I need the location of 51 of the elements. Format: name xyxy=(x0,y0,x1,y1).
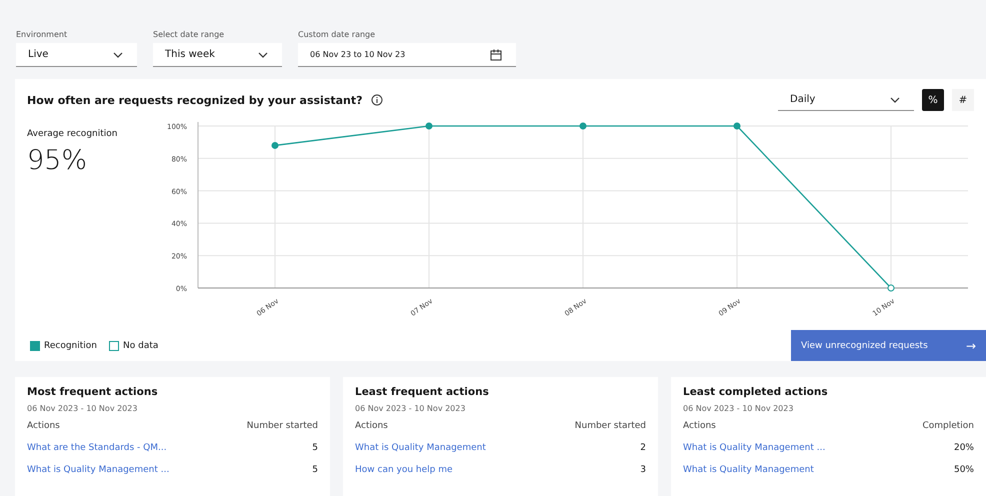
table-cell-text: 2 xyxy=(640,443,646,455)
action-link[interactable]: What is Quality Management ... xyxy=(27,465,170,487)
data-point xyxy=(426,122,432,130)
data-point xyxy=(580,122,586,130)
column-header: Number started xyxy=(574,421,646,433)
action-link[interactable]: What are the Standards - QM... xyxy=(27,443,167,465)
card-title: Least completed actions xyxy=(683,386,829,398)
panel-title: How often are requests recognized by your assistant? xyxy=(27,94,363,106)
view-requests-button[interactable]: View unrecognized requests → xyxy=(791,330,986,361)
toggle-button[interactable]: # xyxy=(952,89,974,111)
data-point xyxy=(734,122,740,130)
table-cell-text: 3 xyxy=(640,465,646,477)
table-cell-text: 50% xyxy=(954,465,974,477)
legend-label: Recognition xyxy=(44,340,97,350)
action-link[interactable]: What is Quality Management ... xyxy=(683,443,826,465)
interval-dropdown[interactable]: Daily xyxy=(778,89,914,111)
calendar-icon xyxy=(490,48,502,60)
column-header: Number started xyxy=(246,421,318,433)
chevron-down-icon xyxy=(890,96,900,102)
legend-swatch xyxy=(109,340,119,350)
table-cell-text: 5 xyxy=(312,465,318,477)
date-range-text: 06 Nov 2023 - 10 Nov 2023 xyxy=(355,404,466,413)
chevron-down-icon xyxy=(258,52,268,58)
card-title: Least frequent actions xyxy=(355,386,490,398)
dropdown[interactable]: This week xyxy=(153,43,282,67)
data-point xyxy=(272,142,278,149)
date-range-text: 06 Nov 2023 - 10 Nov 2023 xyxy=(683,404,794,413)
toggle-button[interactable]: % xyxy=(922,89,944,111)
field-label: Environment xyxy=(16,30,68,39)
date-field[interactable]: 06 Nov 23 to 10 Nov 23 xyxy=(298,43,516,67)
date-range-text: 06 Nov 2023 - 10 Nov 2023 xyxy=(27,404,138,413)
column-header: Actions xyxy=(683,421,716,433)
action-link[interactable]: What is Quality Management xyxy=(355,443,486,465)
action-link[interactable]: How can you help me xyxy=(355,465,453,487)
metric-value: 95% xyxy=(27,145,88,176)
field-label: Select date range xyxy=(153,30,226,39)
table-cell-text: 5 xyxy=(312,443,318,455)
action-link[interactable]: What is Quality Management xyxy=(683,465,814,487)
column-header: Completion xyxy=(922,421,974,433)
column-header: Actions xyxy=(27,421,60,433)
field-label: Custom date range xyxy=(298,30,376,39)
legend-label: No data xyxy=(123,340,158,350)
card-title: Most frequent actions xyxy=(27,386,159,398)
dropdown[interactable]: Live xyxy=(16,43,137,67)
legend-swatch xyxy=(30,340,40,350)
data-point xyxy=(888,284,894,292)
info-icon xyxy=(370,94,383,106)
chevron-down-icon xyxy=(113,52,123,58)
metric-label: Average recognition xyxy=(27,129,118,139)
table-cell-text: 20% xyxy=(954,443,974,455)
column-header: Actions xyxy=(355,421,388,433)
